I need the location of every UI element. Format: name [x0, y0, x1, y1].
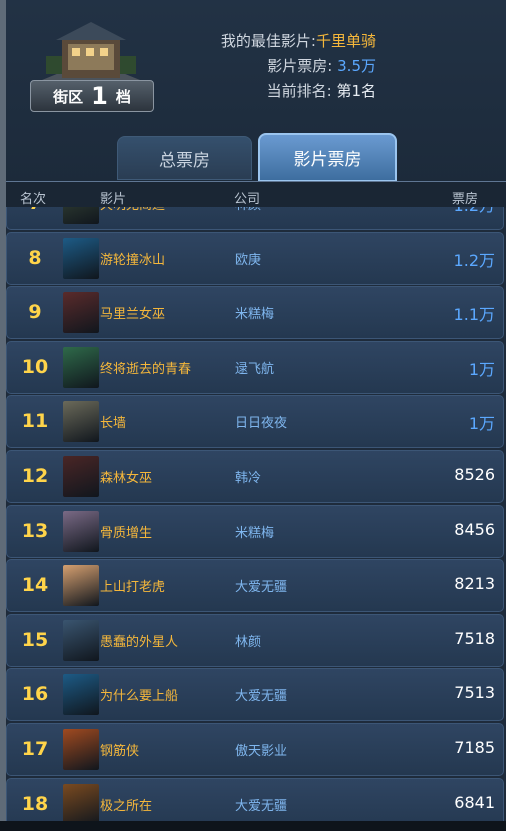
film-poster-icon — [63, 783, 99, 821]
box-office-label: 影片票房: — [267, 57, 333, 75]
district-prefix: 街区 — [53, 87, 84, 106]
tab-total-box-office[interactable]: 总票房 — [117, 136, 252, 180]
row-box-office: 8526 — [454, 465, 495, 484]
row-rank: 15 — [21, 628, 49, 651]
bottom-strip — [0, 821, 506, 831]
row-film-title: 为什么要上船 — [100, 689, 179, 705]
column-rank: 名次 — [20, 192, 47, 207]
district-suffix: 档 — [115, 87, 131, 106]
film-poster-icon — [63, 346, 99, 388]
table-row[interactable]: 13 骨质增生 米糕梅 8456 — [6, 504, 504, 558]
row-company: 大爱无疆 — [235, 689, 288, 705]
film-poster-icon — [63, 207, 99, 224]
box-office-value: 3.5万 — [337, 57, 376, 75]
column-film: 影片 — [100, 192, 127, 207]
row-box-office: 1万 — [468, 359, 495, 379]
row-box-office: 7185 — [454, 738, 495, 757]
row-rank: 10 — [21, 355, 49, 378]
row-box-office: 1万 — [468, 414, 495, 434]
row-rank: 17 — [21, 738, 49, 760]
row-company: 日日夜夜 — [235, 416, 288, 432]
row-rank: 12 — [21, 465, 49, 487]
row-company: 欧庚 — [235, 252, 262, 268]
row-company: 逯飞航 — [235, 361, 275, 377]
film-poster-icon — [63, 292, 99, 334]
row-film-title: 游轮撞冰山 — [100, 252, 166, 268]
row-company: 林颜 — [235, 634, 262, 650]
table-row[interactable]: 8 游轮撞冰山 欧庚 1.2万 — [6, 231, 504, 285]
rank-value: 第1名 — [336, 82, 376, 100]
table-row[interactable]: 18 极之所在 大爱无疆 6841 — [6, 777, 504, 821]
row-film-title: 钢筋侠 — [100, 744, 140, 759]
row-box-office: 7518 — [454, 628, 495, 648]
row-film-title: 极之所在 — [100, 798, 153, 814]
row-rank: 16 — [21, 683, 49, 706]
row-rank: 7 — [7, 207, 63, 229]
table-row[interactable]: 11 长墙 日日夜夜 1万 — [6, 395, 504, 449]
column-header: 名次 影片 公司 票房 — [6, 181, 506, 208]
best-film-value: 千里单骑 — [315, 32, 376, 50]
table-row[interactable]: 9 马里兰女巫 米糕梅 1.1万 — [6, 286, 504, 340]
row-film-title: 长墙 — [100, 416, 127, 432]
row-rank: 14 — [21, 574, 49, 597]
table-row[interactable]: 15 愚蠢的外星人 林颜 7518 — [6, 613, 504, 667]
row-film-title: 上山打老虎 — [100, 580, 166, 596]
left-frame — [0, 0, 6, 831]
box-office-row: 影片票房: 3.5万 — [221, 54, 376, 79]
film-poster-icon — [63, 510, 99, 552]
row-rank: 8 — [28, 246, 42, 269]
row-box-office: 1.2万 — [454, 207, 495, 216]
district-level-badge: 街区 1 档 — [30, 80, 154, 112]
film-poster-icon — [63, 674, 99, 716]
row-rank: 13 — [21, 519, 49, 542]
row-box-office: 7513 — [454, 683, 495, 703]
district-level-number: 1 — [91, 82, 108, 110]
film-poster-icon — [63, 237, 99, 279]
table-row[interactable]: 17 钢筋侠 傲天影业 7185 — [6, 723, 504, 776]
column-box-office: 票房 — [452, 192, 479, 207]
table-row[interactable]: 14 上山打老虎 大爱无疆 8213 — [6, 559, 504, 613]
film-poster-icon — [63, 619, 99, 661]
row-company: 林颜 — [235, 207, 261, 213]
row-film-title: 马里兰女巫 — [100, 307, 166, 323]
row-company: 韩冷 — [235, 471, 262, 486]
best-film-row: 我的最佳影片:千里单骑 — [221, 29, 376, 54]
row-box-office: 1.2万 — [453, 250, 495, 270]
row-company: 大爱无疆 — [235, 798, 288, 814]
rank-label: 当前排名: — [266, 82, 332, 100]
row-rank: 11 — [21, 410, 49, 433]
row-film-title: 骨质增生 — [100, 525, 153, 541]
film-poster-icon — [63, 401, 99, 443]
row-company: 米糕梅 — [235, 525, 275, 541]
row-company: 米糕梅 — [235, 307, 275, 323]
film-poster-icon — [63, 729, 99, 770]
row-film-title: 愚蠢的外星人 — [100, 634, 179, 650]
film-poster-icon — [63, 456, 99, 497]
header: 街区 1 档 我的最佳影片:千里单骑 影片票房: 3.5万 当前排名: 第1名 … — [0, 0, 506, 188]
tab-film-box-office[interactable]: 影片票房 — [258, 133, 397, 182]
row-box-office: 6841 — [454, 792, 495, 812]
rank-row: 当前排名: 第1名 — [221, 79, 376, 104]
row-film-title: 终将逝去的青春 — [100, 361, 192, 377]
row-film-title: 天明无简迪 — [100, 207, 165, 213]
row-film-title: 森林女巫 — [100, 471, 153, 486]
row-box-office: 1.1万 — [453, 305, 495, 325]
row-company: 傲天影业 — [235, 744, 288, 759]
ranking-list[interactable]: 7天明无简迪林颜1.2万8游轮撞冰山欧庚1.2万9马里兰女巫米糕梅1.1万10终… — [6, 207, 506, 821]
row-box-office: 8456 — [454, 519, 495, 539]
row-box-office: 8213 — [454, 574, 495, 594]
table-row[interactable]: 10 终将逝去的青春 逯飞航 1万 — [6, 340, 504, 394]
row-company: 大爱无疆 — [235, 580, 288, 596]
table-row[interactable]: 16 为什么要上船 大爱无疆 7513 — [6, 668, 504, 722]
film-poster-icon — [63, 565, 99, 607]
row-rank: 9 — [28, 301, 42, 324]
player-stats: 我的最佳影片:千里单骑 影片票房: 3.5万 当前排名: 第1名 — [221, 29, 376, 104]
table-row[interactable]: 12 森林女巫 韩冷 8526 — [6, 450, 504, 503]
column-company: 公司 — [234, 192, 261, 207]
table-row[interactable]: 7 天明无简迪 林颜 1.2万 — [6, 207, 504, 230]
row-rank: 18 — [21, 792, 49, 815]
best-film-label: 我的最佳影片: — [220, 32, 316, 50]
